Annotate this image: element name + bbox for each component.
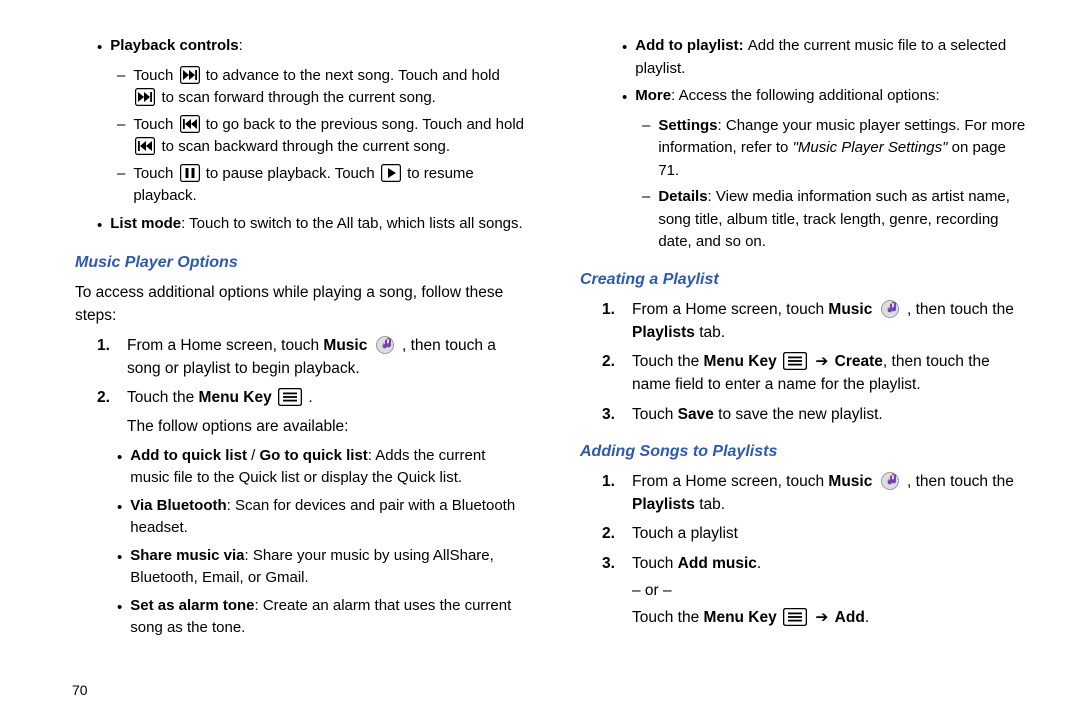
pb-label: Playback controls xyxy=(110,37,238,54)
play-icon xyxy=(381,164,401,182)
menu-key-icon xyxy=(278,388,302,406)
opt-alarm: • Set as alarm tone: Create an alarm tha… xyxy=(117,595,525,640)
fast-forward-icon xyxy=(180,66,200,84)
rewind-icon xyxy=(135,137,155,155)
opt-quick-list: • Add to quick list / Go to quick list: … xyxy=(117,445,525,490)
opt-bluetooth: • Via Bluetooth: Scan for devices and pa… xyxy=(117,495,525,540)
opt-more: • More: Access the following additional … xyxy=(622,85,1030,110)
music-app-icon xyxy=(374,335,396,355)
add-step-3: 3. Touch Add music. – or – Touch the Men… xyxy=(602,552,1030,630)
left-column: • Playback controls: – Touch to advance … xyxy=(75,30,525,645)
create-step-3: 3. Touch Save to save the new playlist. xyxy=(602,403,1030,426)
more-details: – Details: View media information such a… xyxy=(642,186,1030,254)
rewind-icon xyxy=(180,115,200,133)
menu-key-icon xyxy=(783,608,807,626)
heading-creating-playlist: Creating a Playlist xyxy=(580,268,1030,292)
menu-key-icon xyxy=(783,352,807,370)
options-step-2: 2. Touch the Menu Key . The follow optio… xyxy=(97,386,525,439)
pb-sub-next: – Touch to advance to the next song. Tou… xyxy=(117,65,525,110)
list-mode-bullet: • List mode: Touch to switch to the All … xyxy=(97,213,525,238)
options-intro: To access additional options while playi… xyxy=(75,281,525,328)
add-step-1: 1. From a Home screen, touch Music , the… xyxy=(602,470,1030,517)
pb-sub-prev: – Touch to go back to the previous song.… xyxy=(117,114,525,159)
heading-adding-songs: Adding Songs to Playlists xyxy=(580,440,1030,464)
opt-add-playlist: • Add to playlist: Add the current music… xyxy=(622,35,1030,80)
page-number: 70 xyxy=(72,682,88,698)
heading-music-player-options: Music Player Options xyxy=(75,251,525,275)
pause-icon xyxy=(180,164,200,182)
options-step-1: 1. From a Home screen, touch Music , the… xyxy=(97,334,525,381)
pb-sub-pause: – Touch to pause playback. Touch to resu… xyxy=(117,163,525,208)
right-column: • Add to playlist: Add the current music… xyxy=(580,30,1030,645)
playback-controls-heading: • Playback controls: xyxy=(97,35,525,60)
opt-share: • Share music via: Share your music by u… xyxy=(117,545,525,590)
create-step-2: 2. Touch the Menu Key ➔ Create, then tou… xyxy=(602,350,1030,397)
create-step-1: 1. From a Home screen, touch Music , the… xyxy=(602,298,1030,345)
add-step-2: 2. Touch a playlist xyxy=(602,522,1030,545)
more-settings: – Settings: Change your music player set… xyxy=(642,115,1030,183)
music-app-icon xyxy=(879,299,901,319)
music-app-icon xyxy=(879,471,901,491)
fast-forward-icon xyxy=(135,88,155,106)
